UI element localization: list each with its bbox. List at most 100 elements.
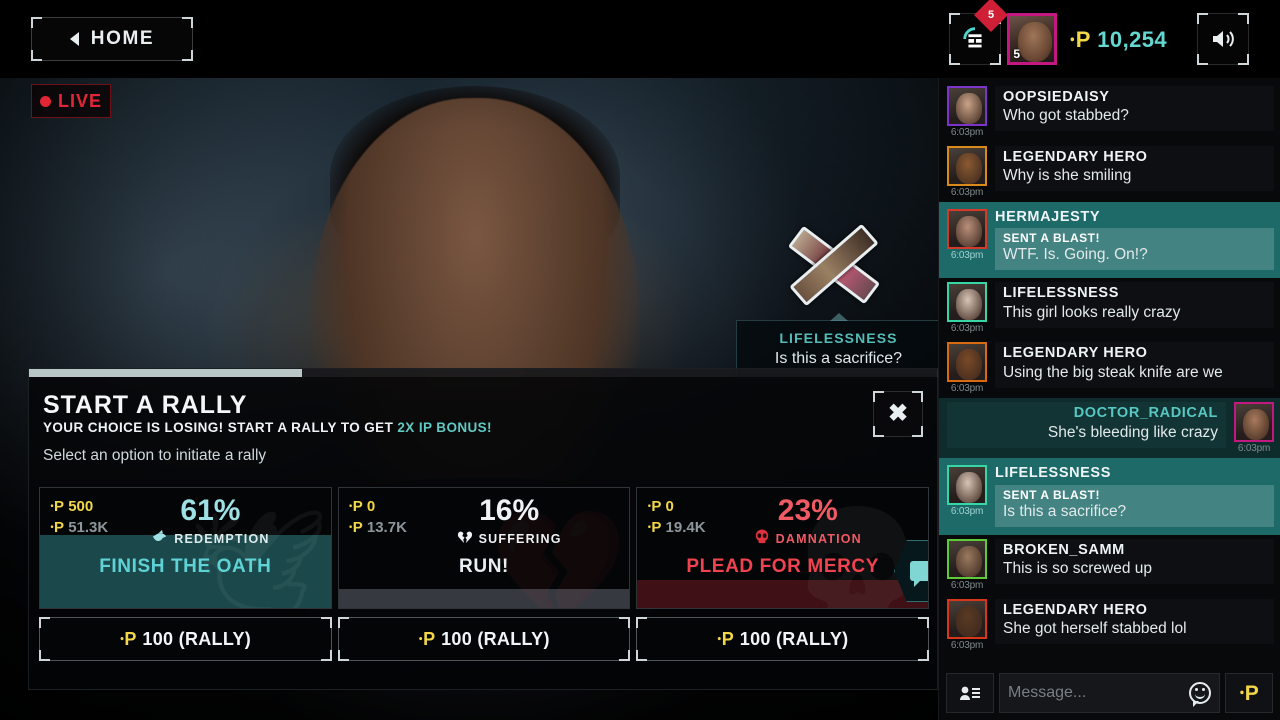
chat-blast-label: SENT A BLAST! [1003, 231, 1100, 246]
bracket-corner [619, 617, 631, 628]
vote-option-category: DAMNATION [698, 529, 918, 549]
chat-message-user: LEGENDARY HERO [1003, 149, 1148, 165]
avatar[interactable] [947, 282, 987, 323]
bracket-corner [1238, 54, 1249, 65]
vote-options: 🕊 ⸱P 500 ⸱P 51.3K 61% REDEMPTION FINISH THE O… [39, 487, 930, 609]
avatar-face [956, 472, 982, 504]
blast-sticker-icon [787, 222, 881, 308]
vote-option-suffering[interactable]: 💔 ⸱P 0 ⸱P 13.7K 16% SUFFERING RUN! [337, 487, 631, 609]
chat-avatar-wrap: 6:03pm [947, 538, 987, 591]
chat-message-body: LEGENDARY HERO Using the big steak knife … [995, 342, 1274, 388]
broken-heart-icon [457, 529, 473, 549]
chat-message-text: This girl looks really crazy [1003, 303, 1181, 321]
rally-button-suffering[interactable]: ⸱P 100 (RALLY) [337, 617, 631, 661]
bracket-corner [182, 50, 193, 61]
bracket-corner [39, 617, 50, 628]
vote-option-name: PLEAD FOR MERCY [686, 556, 880, 577]
ip-icon: ⸱P [119, 629, 137, 649]
avatar[interactable] [947, 342, 987, 383]
avatar[interactable] [947, 465, 987, 506]
vote-option-category-label: DAMNATION [775, 532, 862, 546]
chat-message-text: Why is she smiling [1003, 167, 1132, 185]
chat-message-text: She's bleeding like crazy [1047, 423, 1218, 441]
bracket-corner [320, 617, 332, 628]
chat-avatar-wrap: 6:03pm [947, 146, 987, 198]
rally-button-label: 100 (RALLY) [739, 628, 849, 649]
chat-message-body: LEGENDARY HERO She got herself stabbed lo… [995, 598, 1274, 644]
avatar-face [956, 93, 982, 124]
bracket-corner [1197, 54, 1208, 65]
emoji-icon[interactable] [1189, 682, 1211, 707]
chat-timestamp: 6:03pm [950, 127, 984, 138]
chat-message: 6:03pm BROKEN_SAMM This is so screwed up [939, 535, 1280, 595]
rally-button-damnation[interactable]: ⸱P 100 (RALLY) [636, 617, 930, 661]
chat-message-list[interactable]: 6:03pm OOPSIEDAISY Who got stabbed? 6:03pm L… [939, 78, 1280, 666]
player-avatar[interactable]: 5 [1007, 13, 1058, 65]
vote-option-percent: 61% [180, 494, 241, 527]
sound-button[interactable] [1197, 13, 1249, 65]
dove-icon [151, 529, 168, 549]
avatar[interactable] [947, 538, 987, 579]
vote-option-category: REDEMPTION [100, 529, 320, 549]
bracket-corner [949, 54, 961, 65]
chat-message-body: DOCTOR_RADICAL She's bleeding like crazy [947, 402, 1226, 448]
chat-blast-content: SENT A BLAST! Is this a sacrifice? [995, 484, 1274, 527]
vote-option-header: ⸱P 0 ⸱P 19.4K 23% DAMNATION [637, 488, 928, 549]
avatar[interactable] [947, 598, 987, 639]
avatar[interactable] [947, 86, 987, 126]
avatar-face [1018, 22, 1053, 62]
floating-bubble-user: LIFELESSNESS [779, 330, 898, 346]
vote-option-category: SUFFERING [399, 529, 619, 549]
vote-option-percent-block: 16% SUFFERING [399, 496, 619, 549]
chat-message-body: HERMAJESTY SENT A BLAST! WTF. Is. Going. O… [995, 209, 1274, 271]
chat-message-body: BROKEN_SAMM This is so screwed up [995, 538, 1274, 584]
bracket-corner [636, 617, 648, 628]
chat-timestamp: 6:03pm [950, 187, 984, 198]
ip-icon: ⸱P [1239, 682, 1259, 705]
bracket-corner [337, 650, 349, 661]
avatar-face [1243, 409, 1269, 441]
bracket-corner [873, 391, 884, 402]
gift-button[interactable]: 5 [949, 0, 1009, 65]
rally-button-label: 100 (RALLY) [142, 628, 252, 649]
chat-message: 6:03pm LIFELESSNESS SENT A BLAST! Is this a… [939, 458, 1280, 535]
gift-badge-count: 5 [988, 9, 995, 21]
chat-timestamp: 6:03pm [950, 383, 984, 395]
chat-blast-label: SENT A BLAST! [1003, 487, 1100, 502]
bracket-corner [990, 54, 1002, 65]
bracket-corner [873, 426, 884, 437]
chat-message: 6:03pm OOPSIEDAISY Who got stabbed? [939, 82, 1280, 142]
chat-message-user: LEGENDARY HERO [1003, 601, 1148, 618]
ip-icon: ⸱P [348, 498, 363, 515]
live-label: LIVE [57, 90, 102, 111]
chat-message-user: LIFELESSNESS [1003, 285, 1119, 302]
rally-subtitle: YOUR CHOICE IS LOSING! START A RALLY TO … [43, 420, 492, 435]
bracket-corner [949, 13, 961, 24]
chat-message-body: LIFELESSNESS This girl looks really crazy [995, 282, 1274, 328]
bracket-corner [918, 617, 930, 628]
close-button[interactable]: ✖ [873, 391, 923, 437]
ip-icon: ⸱P [50, 498, 65, 515]
vote-option-category-label: SUFFERING [478, 532, 562, 546]
vote-option-category-label: REDEMPTION [174, 532, 270, 546]
chat-timestamp: 6:03pm [950, 579, 984, 591]
chat-message-user: LIFELESSNESS [995, 465, 1111, 482]
contacts-button[interactable] [946, 673, 994, 713]
send-ip-button[interactable]: ⸱P [1225, 673, 1273, 713]
avatar[interactable] [1234, 402, 1274, 443]
vote-option-redemption[interactable]: 🕊 ⸱P 500 ⸱P 51.3K 61% REDEMPTION FINISH THE O… [39, 487, 332, 609]
chat-avatar-wrap: 6:03pm [947, 342, 987, 394]
vote-option-damnation[interactable]: 💀 ⸱P 0 ⸱P 19.4K 23% DAMNATION PLEAD FOR MERCY [636, 487, 930, 609]
page-title: START A RALLY [43, 391, 248, 419]
ip-icon: ⸱P [50, 519, 65, 536]
avatar[interactable] [947, 146, 987, 186]
home-button[interactable]: HOME [31, 17, 193, 61]
bracket-corner [337, 617, 349, 628]
message-input[interactable]: Message... [999, 673, 1220, 713]
rally-button-redemption[interactable]: ⸱P 100 (RALLY) [39, 617, 332, 661]
chat-blast-content: SENT A BLAST! WTF. Is. Going. On!? [995, 228, 1274, 271]
ip-icon: ⸱P [348, 519, 363, 536]
message-input-placeholder: Message... [1008, 684, 1087, 701]
avatar[interactable] [947, 209, 987, 249]
avatar-face [956, 216, 982, 247]
